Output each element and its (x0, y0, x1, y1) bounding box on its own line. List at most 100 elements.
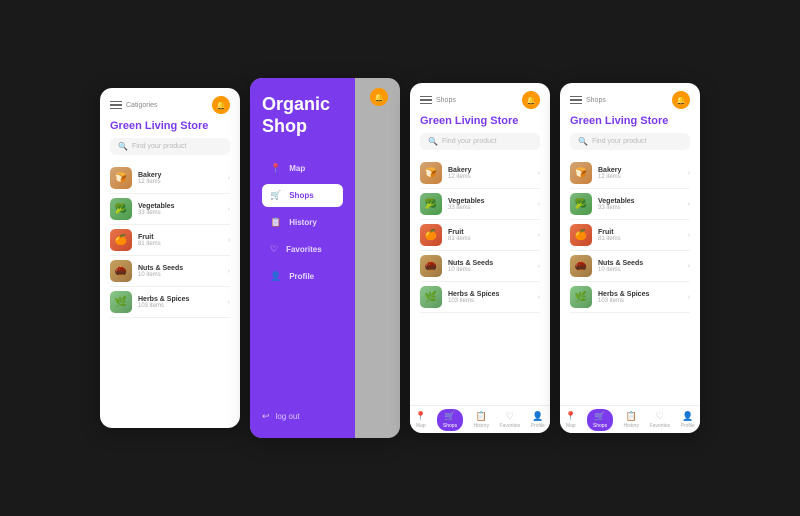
category-img-bakery-3: 🍞 (420, 162, 442, 184)
nav-history-icon-4: 📋 (626, 411, 637, 422)
nav-shops-label-4: Shops (593, 423, 607, 429)
list-item[interactable]: 🌰 Nuts & Seeds 10 items › (570, 251, 690, 282)
category-img-nuts-4: 🌰 (570, 255, 592, 277)
category-info-bakery-3: Bakery 12 items (448, 167, 532, 180)
category-name-nuts: Nuts & Seeds (138, 265, 222, 272)
list-item[interactable]: 🍊 Fruit 81 items › (570, 220, 690, 251)
list-item[interactable]: 🍞 Bakery 12 items › (110, 163, 230, 194)
category-name-bakery: Bakery (138, 172, 222, 179)
drawer-menu-item-favorites[interactable]: ♡ Favorites (262, 238, 343, 261)
favorites-icon: ♡ (270, 244, 278, 255)
category-count-nuts: 10 items (138, 272, 222, 278)
drawer-menu-label-map: Map (289, 164, 305, 173)
search-placeholder-4: Find your product (592, 138, 646, 145)
list-item[interactable]: 🌰 Nuts & Seeds 10 items › (420, 251, 540, 282)
drawer-menu-item-profile[interactable]: 👤 Profile (262, 265, 343, 288)
list-item[interactable]: 🍊 Fruit 81 items › (110, 225, 230, 256)
list-item[interactable]: 🥦 Vegetables 33 items › (110, 194, 230, 225)
chevron-fruit-3: › (538, 232, 540, 239)
list-item[interactable]: 🌿 Herbs & Spices 103 items › (110, 287, 230, 318)
nav-shops-icon-3: 🛒 (444, 411, 455, 422)
nav-history-label-4: History (624, 423, 640, 429)
nav-item-history-4[interactable]: 📋 History (624, 411, 640, 429)
category-name-herbs-4: Herbs & Spices (598, 291, 682, 298)
notification-icon-1[interactable]: 🔔 (212, 96, 230, 114)
category-img-herbs: 🌿 (110, 291, 132, 313)
category-list-4: 🍞 Bakery 12 items › 🥦 Vegetables 33 item… (560, 158, 700, 313)
menu-icon-3[interactable] (420, 96, 432, 105)
chevron-bakery-3: › (538, 170, 540, 177)
search-bar-3[interactable]: 🔍 Find your product (420, 133, 540, 150)
category-name-fruit: Fruit (138, 234, 222, 241)
shops-icon: 🛒 (270, 190, 281, 201)
drawer-panel: Organic Shop 📍 Map 🛒 Shops 📋 History ♡ F… (250, 78, 355, 438)
category-img-nuts: 🌰 (110, 260, 132, 282)
nav-profile-icon-4: 👤 (682, 411, 693, 422)
nav-fav-label-3: Favorites (500, 423, 521, 429)
notification-icon-2[interactable]: 🔔 (370, 88, 388, 106)
category-info-herbs: Herbs & Spices 103 items (138, 296, 222, 309)
nav-item-favorites-3[interactable]: ♡ Favorites (500, 411, 521, 429)
menu-icon-4[interactable] (570, 96, 582, 105)
header-title-1: Catigories (126, 102, 158, 109)
category-img-herbs-4: 🌿 (570, 286, 592, 308)
drawer-menu-item-history[interactable]: 📋 History (262, 211, 343, 234)
notification-icon-4[interactable]: 🔔 (672, 91, 690, 109)
nav-item-map-3[interactable]: 📍 Map (415, 411, 426, 429)
category-info-veg-3: Vegetables 33 items (448, 198, 532, 211)
nav-item-profile-4[interactable]: 👤 Profile (681, 411, 695, 429)
nav-item-favorites-4[interactable]: ♡ Favorites (650, 411, 671, 429)
list-item[interactable]: 🥦 Vegetables 33 items › (570, 189, 690, 220)
search-bar-1[interactable]: 🔍 Find your product (110, 138, 230, 155)
nav-item-history-3[interactable]: 📋 History (474, 411, 490, 429)
category-img-nuts-3: 🌰 (420, 255, 442, 277)
list-item[interactable]: 🌿 Herbs & Spices 103 items › (420, 282, 540, 313)
category-img-veg-4: 🥦 (570, 193, 592, 215)
header-left-1: Catigories (110, 101, 158, 110)
list-item[interactable]: 🍞 Bakery 12 items › (570, 158, 690, 189)
category-list-3: 🍞 Bakery 12 items › 🥦 Vegetables 33 item… (410, 158, 550, 313)
drawer-menu-item-shops[interactable]: 🛒 Shops (262, 184, 343, 207)
nav-shops-label-3: Shops (443, 423, 457, 429)
menu-icon-1[interactable] (110, 101, 122, 110)
category-count-fruit-4: 81 items (598, 236, 682, 242)
list-item[interactable]: 🌰 Nuts & Seeds 10 items › (110, 256, 230, 287)
chevron-nuts: › (228, 268, 230, 275)
category-info-herbs-4: Herbs & Spices 103 items (598, 291, 682, 304)
category-info-herbs-3: Herbs & Spices 103 items (448, 291, 532, 304)
list-item[interactable]: 🥦 Vegetables 33 items › (420, 189, 540, 220)
nav-item-shops-4[interactable]: 🛒 Shops (587, 409, 613, 431)
category-count-vegetables: 33 items (138, 210, 222, 216)
category-img-fruit-3: 🍊 (420, 224, 442, 246)
category-img-bakery: 🍞 (110, 167, 132, 189)
chevron-nuts-4: › (688, 263, 690, 270)
nav-profile-label-3: Profile (531, 423, 545, 429)
drawer-menu-label-shops: Shops (289, 191, 313, 200)
nav-item-profile-3[interactable]: 👤 Profile (531, 411, 545, 429)
search-icon-1: 🔍 (118, 142, 128, 151)
search-bar-4[interactable]: 🔍 Find your product (570, 133, 690, 150)
category-count-fruit-3: 81 items (448, 236, 532, 242)
category-list-1: 🍞 Bakery 12 items › 🥦 Vegetables 33 item… (100, 163, 240, 318)
header-title-3: Shops (436, 97, 456, 104)
list-item[interactable]: 🌿 Herbs & Spices 103 items › (570, 282, 690, 313)
drawer-logout[interactable]: ↩ log out (262, 411, 343, 422)
drawer-menu-item-map[interactable]: 📍 Map (262, 157, 343, 180)
nav-profile-label-4: Profile (681, 423, 695, 429)
list-item[interactable]: 🍞 Bakery 12 items › (420, 158, 540, 189)
drawer-title: Organic Shop (262, 94, 343, 137)
nav-history-icon-3: 📋 (476, 411, 487, 422)
category-name-vegetables: Vegetables (138, 203, 222, 210)
chevron-vegetables: › (228, 206, 230, 213)
nav-fav-icon-4: ♡ (656, 411, 664, 422)
nav-item-shops-3[interactable]: 🛒 Shops (437, 409, 463, 431)
category-info-nuts-4: Nuts & Seeds 10 items (598, 260, 682, 273)
nav-item-map-4[interactable]: 📍 Map (565, 411, 576, 429)
list-item[interactable]: 🍊 Fruit 81 items › (420, 220, 540, 251)
drawer-menu-label-favorites: Favorites (286, 245, 322, 254)
chevron-bakery-4: › (688, 170, 690, 177)
drawer-logout-label: log out (276, 412, 300, 421)
category-name-herbs: Herbs & Spices (138, 296, 222, 303)
notification-icon-3[interactable]: 🔔 (522, 91, 540, 109)
category-info-fruit-4: Fruit 81 items (598, 229, 682, 242)
